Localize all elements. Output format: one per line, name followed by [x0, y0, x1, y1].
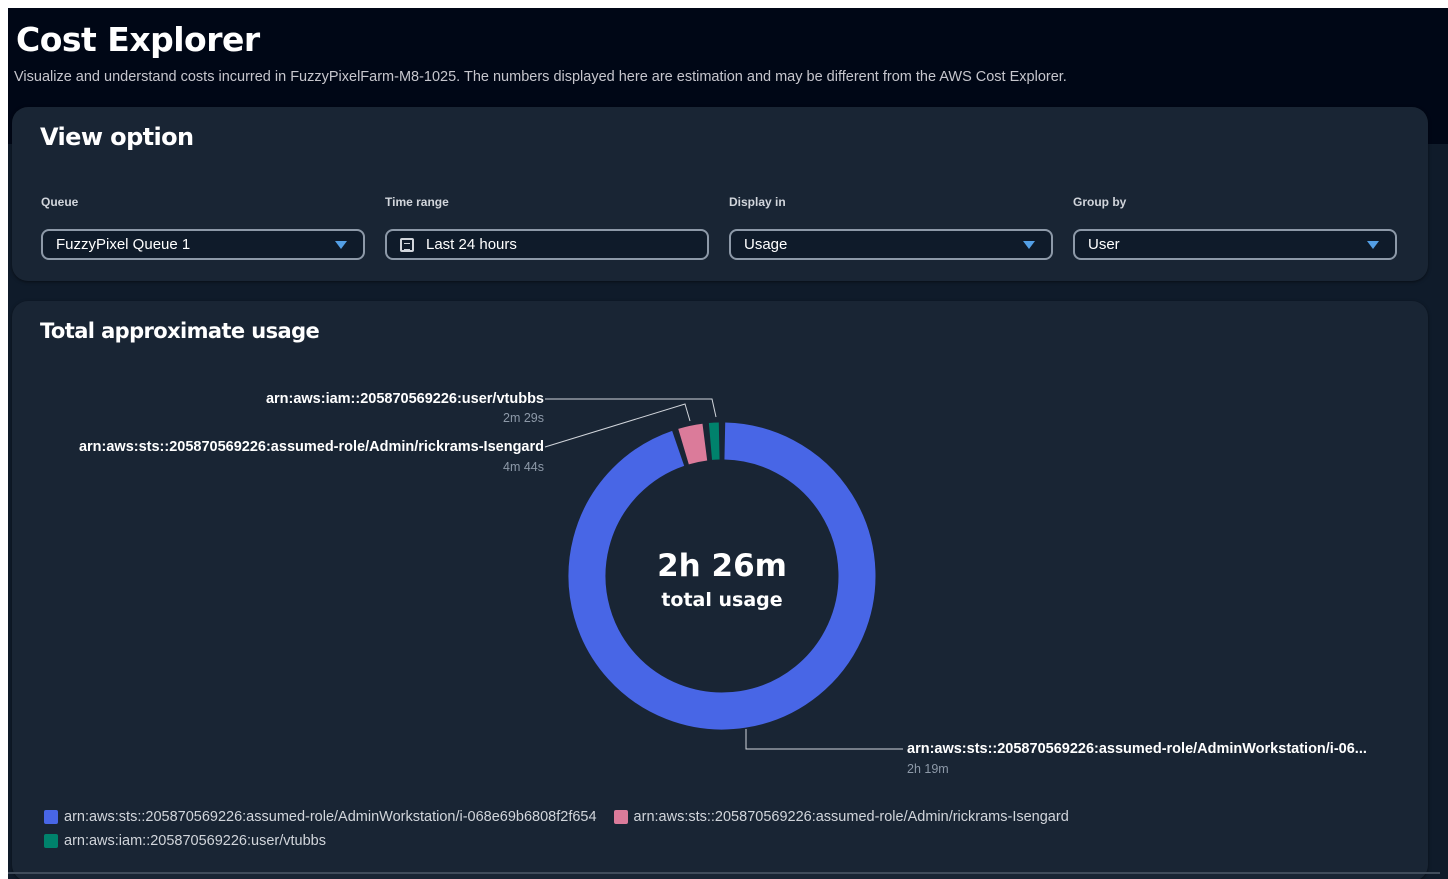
display-in-select[interactable]: Usage: [729, 229, 1053, 260]
legend-swatch: [44, 833, 58, 848]
annotation-vtubbs-value: 2m 29s: [503, 411, 544, 425]
donut-slice[interactable]: [678, 423, 708, 465]
leader-line-vtubbs: [545, 398, 717, 418]
queue-select[interactable]: FuzzyPixel Queue 1: [41, 229, 365, 260]
calendar-icon: [400, 237, 414, 252]
caret-down-icon: [1367, 241, 1379, 249]
annotation-rickrams-value: 4m 44s: [503, 460, 544, 474]
donut-total-value: 2h 26m: [657, 548, 787, 584]
group-by-label: Group by: [1073, 195, 1127, 209]
usage-panel: Total approximate usage 2h 26m total usa…: [12, 301, 1428, 879]
annotation-vtubbs-label: arn:aws:iam::205870569226:user/vtubbs: [265, 391, 544, 407]
annotation-workstation-value: 2h 19m: [907, 762, 949, 776]
chart-legend: arn:aws:sts::205870569226:assumed-role/A…: [44, 808, 1404, 849]
leader-line-workstation: [745, 729, 903, 750]
annotation-workstation-label: arn:aws:sts::205870569226:assumed-role/A…: [907, 741, 1367, 757]
display-in-label: Display in: [729, 195, 786, 209]
legend-label: arn:aws:iam::205870569226:user/vtubbs: [64, 832, 326, 849]
caret-down-icon: [335, 241, 347, 249]
group-by-select[interactable]: User: [1073, 229, 1397, 260]
legend-item[interactable]: arn:aws:iam::205870569226:user/vtubbs: [44, 832, 1404, 849]
usage-donut-chart: 2h 26m total usage: [544, 398, 903, 750]
donut-total-caption: total usage: [661, 589, 782, 611]
queue-value: FuzzyPixel Queue 1: [56, 236, 191, 253]
caret-down-icon: [1023, 241, 1035, 249]
page-title: Cost Explorer: [16, 20, 260, 59]
group-by-value: User: [1088, 236, 1120, 253]
annotation-rickrams-label: arn:aws:sts::205870569226:assumed-role/A…: [78, 439, 544, 455]
page-description: Visualize and understand costs incurred …: [14, 69, 1067, 85]
legend-label: arn:aws:sts::205870569226:assumed-role/A…: [633, 808, 1069, 825]
queue-label: Queue: [41, 195, 79, 209]
view-option-panel: View option Queue FuzzyPixel Queue 1 Tim…: [12, 107, 1428, 281]
view-option-title: View option: [40, 123, 194, 151]
display-in-value: Usage: [744, 236, 788, 253]
time-range-picker[interactable]: Last 24 hours: [385, 229, 709, 260]
legend-item[interactable]: arn:aws:sts::205870569226:assumed-role/A…: [44, 808, 597, 825]
legend-swatch: [44, 809, 58, 824]
divider: [8, 872, 1440, 874]
time-range-value: Last 24 hours: [426, 236, 517, 253]
legend-label: arn:aws:sts::205870569226:assumed-role/A…: [64, 808, 597, 825]
time-range-label: Time range: [385, 195, 449, 209]
app-frame: Cost Explorer Visualize and understand c…: [8, 8, 1448, 879]
legend-swatch: [613, 809, 628, 824]
legend-item[interactable]: arn:aws:sts::205870569226:assumed-role/A…: [613, 808, 1069, 825]
